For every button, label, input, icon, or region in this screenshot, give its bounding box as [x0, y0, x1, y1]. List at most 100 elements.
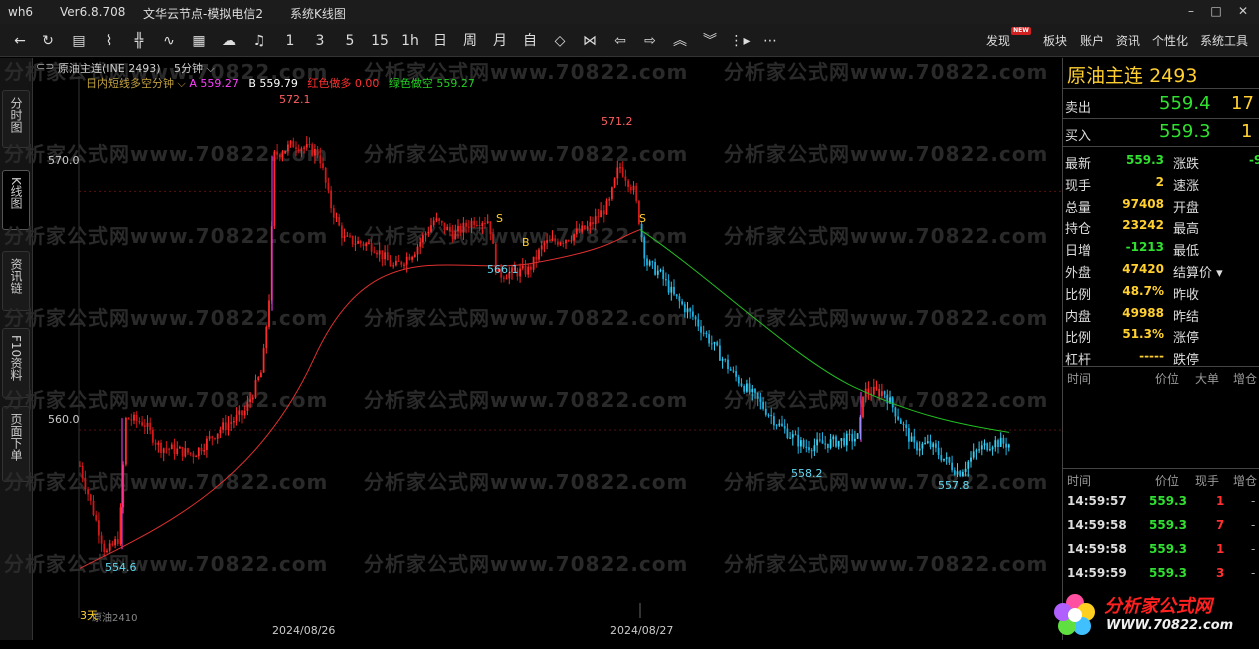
- stat-label-2: 涨跌: [1173, 157, 1200, 172]
- left-icon[interactable]: ⇦: [608, 31, 632, 51]
- server-name: 文华云节点-模拟电信2: [143, 7, 263, 21]
- candle-body: [959, 471, 962, 477]
- candle-body: [797, 434, 800, 447]
- candle-body: [170, 444, 173, 450]
- right-icon[interactable]: ⇨: [638, 31, 662, 51]
- sell-signal-1: S: [496, 212, 503, 225]
- candle-body: [349, 235, 351, 237]
- candle-body: [116, 539, 119, 544]
- candle-body: [346, 235, 349, 237]
- divider: [1063, 146, 1259, 147]
- stat-value: 2: [1155, 174, 1164, 189]
- menu-system-tools[interactable]: 系统工具: [1200, 32, 1248, 49]
- candle-body: [241, 410, 243, 416]
- kline-chart[interactable]: 分析家公式网www.70822.com 分析家公式网www.70822.com 分析…: [4, 58, 1061, 640]
- menu-news[interactable]: 资讯: [1116, 32, 1140, 49]
- candle-body: [478, 224, 481, 226]
- candle-body: [449, 226, 451, 232]
- candle-body: [767, 414, 770, 416]
- candle-body: [311, 144, 314, 156]
- candle-body: [667, 280, 670, 293]
- candle-body: [386, 252, 389, 261]
- menu-account[interactable]: 账户: [1080, 32, 1104, 49]
- candle-body: [292, 140, 295, 148]
- down-icon[interactable]: ︾: [698, 31, 722, 51]
- candle-body: [411, 256, 413, 260]
- tick-volume: 7: [1216, 518, 1225, 532]
- period-week[interactable]: 周: [458, 31, 482, 51]
- candle-body: [721, 359, 724, 361]
- stat-label-2: 涨停: [1173, 331, 1200, 347]
- candle-body: [800, 440, 802, 447]
- period-3[interactable]: 3: [310, 31, 330, 51]
- candle-body: [432, 220, 435, 226]
- period-month[interactable]: 月: [488, 31, 512, 51]
- cloud-icon[interactable]: ☁: [218, 31, 240, 51]
- candle-body: [775, 425, 778, 427]
- chart-period[interactable]: 5分钟 ⌵: [174, 60, 215, 76]
- more-icon[interactable]: ⋯: [758, 31, 782, 51]
- chart-header: ⊂⊃ 原油主连(INE 2493) 5分钟 ⌵: [34, 58, 1061, 76]
- stat-value: 49988: [1122, 305, 1164, 320]
- menu-sector[interactable]: 板块: [1043, 32, 1067, 49]
- tab-timeshare-label: 分时图: [9, 97, 23, 133]
- candle-body: [710, 343, 713, 345]
- split-icon[interactable]: ⋮▸: [728, 31, 752, 51]
- candle-body: [384, 252, 386, 260]
- period-custom[interactable]: 自: [518, 31, 542, 51]
- candle-body: [332, 208, 335, 218]
- candle-body: [446, 226, 449, 231]
- candle-body: [570, 240, 573, 242]
- candle-body: [621, 167, 624, 177]
- period-1h[interactable]: 1h: [398, 31, 422, 51]
- maximize-icon[interactable]: □: [1205, 2, 1227, 20]
- bell-icon[interactable]: ♫: [248, 31, 270, 51]
- zoom-out-icon[interactable]: ⋈: [578, 31, 602, 51]
- candle-body: [278, 154, 281, 158]
- candle-body: [856, 433, 859, 439]
- kline-icon[interactable]: ╬: [128, 31, 150, 51]
- menu-personalize[interactable]: 个性化: [1152, 32, 1188, 49]
- close-icon[interactable]: ✕: [1232, 2, 1254, 20]
- period-day[interactable]: 日: [428, 31, 452, 51]
- candle-body: [467, 226, 470, 228]
- stat-label: 比例: [1065, 287, 1092, 303]
- refresh-icon[interactable]: ↻: [38, 31, 58, 51]
- candle-body: [187, 448, 189, 453]
- period-15[interactable]: 15: [368, 31, 392, 51]
- candle-body: [670, 286, 673, 293]
- indicator-dropdown-icon[interactable]: ⌵: [174, 77, 189, 90]
- candle-body: [551, 238, 554, 241]
- th-big: 大单: [1195, 372, 1220, 386]
- candle-body: [297, 148, 300, 152]
- back-icon[interactable]: ←: [10, 31, 30, 51]
- candle-body: [624, 176, 627, 181]
- logo-url: WWW.70822.com: [1106, 618, 1234, 633]
- menu-discover[interactable]: 发现: [986, 32, 1010, 49]
- candle-body: [783, 426, 786, 429]
- footer-sub: 原油2410: [92, 613, 138, 624]
- list-icon[interactable]: ▤: [68, 31, 90, 51]
- line-chart-icon[interactable]: ⌇: [98, 31, 120, 51]
- candle-body: [476, 224, 478, 226]
- candle-body: [440, 220, 443, 223]
- candle-body: [743, 386, 746, 392]
- ma-green-line: [639, 229, 1010, 433]
- zoom-in-icon[interactable]: ◇: [548, 31, 572, 51]
- indicator-icon[interactable]: ∿: [158, 31, 180, 51]
- tab-f10-label: F10资料: [9, 335, 23, 382]
- period-1[interactable]: 1: [280, 31, 300, 51]
- candle-body: [605, 200, 608, 215]
- chart-period-label: 5分钟: [174, 62, 203, 75]
- minimize-icon[interactable]: –: [1180, 2, 1202, 20]
- candle-body: [953, 470, 956, 475]
- candle-body: [243, 410, 246, 416]
- candle-body: [980, 445, 983, 450]
- grid-icon[interactable]: ▦: [188, 31, 210, 51]
- title-bar: wh6 Ver6.8.708 文华云节点-模拟电信2 系统K线图 – □ ✕: [0, 0, 1259, 24]
- period-5[interactable]: 5: [340, 31, 360, 51]
- candle-body: [589, 222, 592, 227]
- stat-label-2: 速涨: [1173, 178, 1200, 194]
- up-icon[interactable]: ︽: [668, 31, 692, 51]
- candle-body: [891, 397, 894, 408]
